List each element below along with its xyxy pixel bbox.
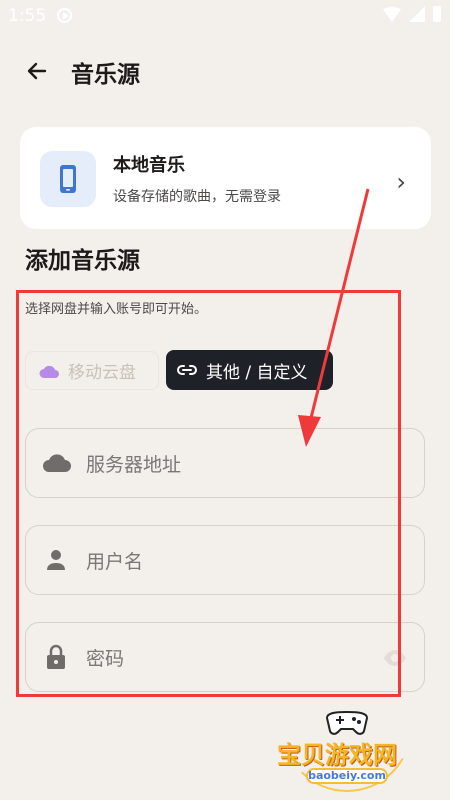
app-header: 音乐源: [0, 46, 450, 96]
add-source-hint: 选择网盘并输入账号即可开始。: [25, 302, 208, 317]
user-icon-wrap: [26, 525, 86, 595]
lock-icon: [47, 644, 65, 669]
lock-icon-wrap: [26, 622, 86, 692]
back-arrow-icon: [27, 62, 47, 80]
password-field[interactable]: 密码: [25, 622, 425, 692]
cloud-icon: [39, 365, 59, 378]
user-icon: [47, 550, 65, 570]
password-placeholder: 密码: [86, 647, 125, 670]
server-cloud-icon-wrap: [26, 428, 86, 498]
watermark-brand: 宝贝游戏网: [277, 741, 397, 769]
local-music-subtitle: 设备存储的歌曲，无需登录: [113, 189, 281, 205]
status-icons: [383, 6, 441, 22]
eye-icon[interactable]: [383, 648, 407, 668]
link-icon: [177, 365, 197, 375]
page-title: 音乐源: [71, 62, 140, 88]
cellular-signal-icon: [409, 6, 425, 22]
add-source-title: 添加音乐源: [25, 248, 140, 274]
mobile-cloud-chip[interactable]: 移动云盘: [25, 351, 159, 390]
username-placeholder: 用户名: [86, 550, 144, 573]
username-field[interactable]: 用户名: [25, 525, 425, 595]
battery-icon: [433, 6, 441, 22]
local-music-title: 本地音乐: [113, 155, 185, 176]
status-bar: 1:55: [0, 0, 450, 34]
media-play-icon: [57, 8, 72, 23]
site-watermark: 宝贝游戏网 baobeiy.com: [272, 710, 422, 792]
phone-icon-box: [40, 151, 96, 207]
watermark-url: baobeiy.com: [306, 768, 388, 784]
cloud-icon: [42, 454, 71, 472]
annotation-red-arrow: [298, 188, 370, 447]
chevron-right-icon: ›: [396, 168, 406, 196]
status-time: 1:55: [8, 6, 47, 26]
back-button[interactable]: [20, 56, 54, 86]
phone-icon: [60, 165, 76, 193]
server-address-placeholder: 服务器地址: [86, 453, 182, 476]
wifi-icon: [383, 6, 401, 22]
mobile-cloud-label: 移动云盘: [68, 363, 136, 383]
